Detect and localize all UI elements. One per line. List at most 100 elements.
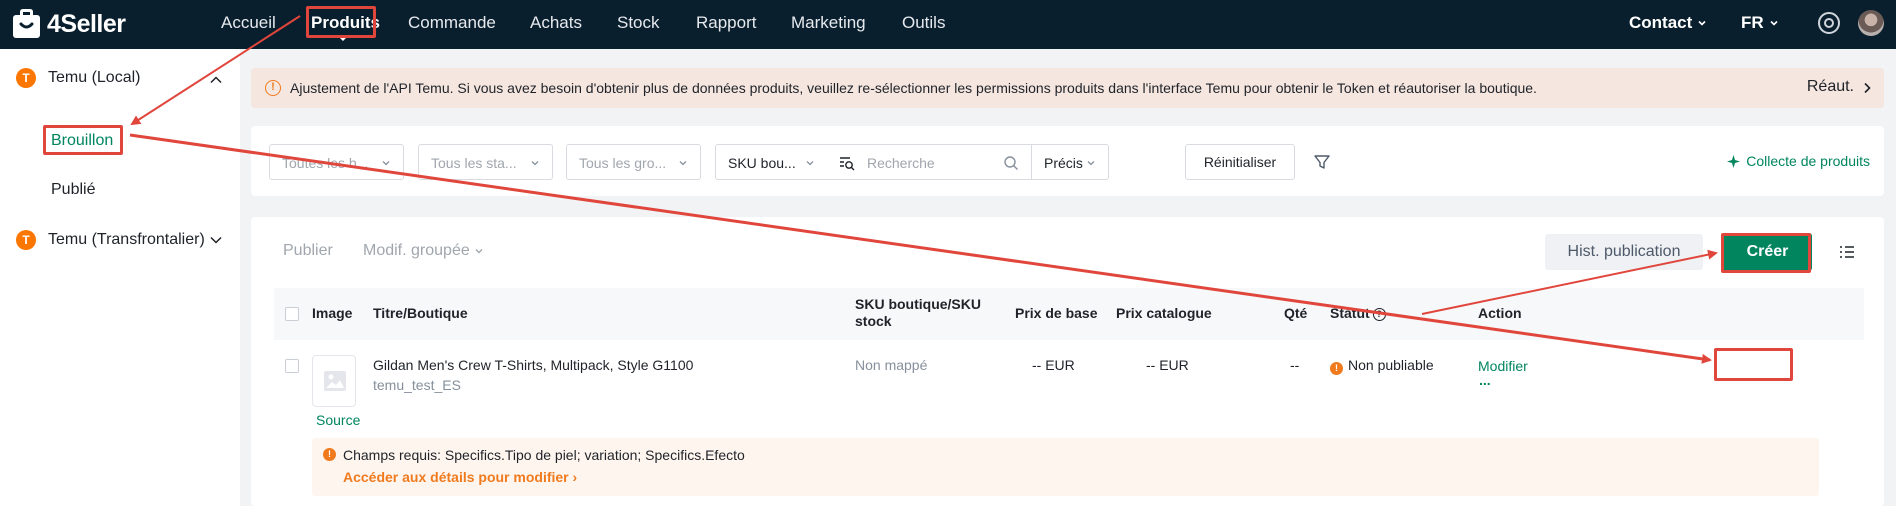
chevron-down-icon xyxy=(1087,161,1095,166)
search-list-icon xyxy=(840,157,855,171)
select-value: Précis xyxy=(1044,155,1083,171)
language-label: FR xyxy=(1741,13,1764,32)
temu-badge-icon: T xyxy=(16,68,36,88)
col-qty: Qté xyxy=(1284,305,1308,321)
shopping-bag-logo-icon xyxy=(13,9,40,38)
chevron-down-icon xyxy=(679,161,687,166)
base-price: -- EUR xyxy=(1032,357,1075,373)
temu-badge-icon: T xyxy=(16,230,36,250)
chevron-down-icon[interactable] xyxy=(209,233,223,247)
reset-button[interactable]: Réinitialiser xyxy=(1185,144,1295,180)
status-text: Non publiable xyxy=(1348,357,1434,373)
sku-mapping: Non mappé xyxy=(855,357,928,373)
filter-bar: Toutes les b... Tous les sta... Tous les… xyxy=(251,126,1884,196)
chevron-down-icon xyxy=(531,161,539,166)
contact-menu[interactable]: Contact xyxy=(1629,12,1707,34)
group-filter-select[interactable]: Tous les gro... xyxy=(566,144,701,180)
source-link[interactable]: Source xyxy=(316,412,360,428)
col-sku-line2: stock xyxy=(855,313,892,329)
collect-label: Collecte de produits xyxy=(1746,153,1870,169)
match-mode-select[interactable]: Précis xyxy=(1031,144,1109,180)
sidebar-group-temu-local[interactable]: T Temu (Local) xyxy=(16,68,140,88)
table-header: Image Titre/Boutique SKU boutique/SKU sto… xyxy=(274,288,1864,340)
required-fields-warning: ! Champs requis: Specifics.Tipo de piel;… xyxy=(312,438,1819,496)
status-badge: ! Non publiable xyxy=(1330,357,1434,375)
col-image: Image xyxy=(312,305,353,321)
col-status-label: Statut xyxy=(1330,305,1370,321)
nav-rapport[interactable]: Rapport xyxy=(696,12,756,34)
sidebar-group-label: Temu (Transfrontalier) xyxy=(48,231,205,248)
col-base-price: Prix de base xyxy=(1015,305,1098,321)
col-sku: SKU boutique/SKU stock xyxy=(855,296,981,330)
sku-field-select[interactable]: SKU bou... xyxy=(715,144,828,180)
chevron-down-icon xyxy=(1698,20,1706,26)
sidebar-group-temu-transfrontalier[interactable]: T Temu (Transfrontalier) xyxy=(16,230,205,250)
product-image-placeholder[interactable] xyxy=(312,355,356,407)
bulk-edit-label: Modif. groupée xyxy=(363,242,470,259)
catalog-price: -- EUR xyxy=(1146,357,1189,373)
sidebar-group-label: Temu (Local) xyxy=(48,69,141,86)
api-notice-banner: ! Ajustement de l'API Temu. Si vous avez… xyxy=(251,68,1884,108)
publish-history-button[interactable]: Hist. publication xyxy=(1545,234,1703,270)
warning-icon: ! xyxy=(265,80,281,96)
select-value: SKU bou... xyxy=(728,155,796,171)
select-value: Tous les sta... xyxy=(431,155,517,171)
settings-gear-icon[interactable] xyxy=(1818,12,1840,34)
chevron-right-icon[interactable] xyxy=(1862,82,1872,94)
row-checkbox[interactable] xyxy=(285,359,299,373)
sidebar: T Temu (Local) Brouillon Publié T Temu (… xyxy=(0,49,240,506)
quantity: -- xyxy=(1290,357,1300,373)
publish-button[interactable]: Publier xyxy=(283,242,333,260)
contact-label: Contact xyxy=(1629,13,1693,32)
select-value: Tous les gro... xyxy=(579,155,667,171)
product-title[interactable]: Gildan Men's Crew T-Shirts, Multipack, S… xyxy=(373,357,693,373)
nav-achats[interactable]: Achats xyxy=(530,12,582,34)
sparkle-icon xyxy=(1727,154,1741,168)
col-catalog-price: Prix catalogue xyxy=(1116,305,1212,321)
brand-logo[interactable]: 4Seller xyxy=(12,8,126,40)
warning-icon: ! xyxy=(323,448,336,461)
nav-stock[interactable]: Stock xyxy=(617,12,660,34)
warning-text: Champs requis: Specifics.Tipo de piel; v… xyxy=(343,447,745,463)
active-nav-caret-icon xyxy=(338,36,348,41)
nav-marketing[interactable]: Marketing xyxy=(791,12,866,34)
bulk-edit-button[interactable]: Modif. groupée xyxy=(363,242,484,260)
chevron-down-icon xyxy=(475,248,483,254)
chevron-down-icon xyxy=(382,161,390,166)
collect-products-link[interactable]: Collecte de produits xyxy=(1727,153,1870,169)
nav-outils[interactable]: Outils xyxy=(902,12,945,34)
select-all-checkbox[interactable] xyxy=(285,307,299,321)
user-avatar[interactable] xyxy=(1858,10,1884,36)
shop-name: temu_test_ES xyxy=(373,377,461,393)
shop-filter-select[interactable]: Toutes les b... xyxy=(269,144,404,180)
status-filter-select[interactable]: Tous les sta... xyxy=(418,144,553,180)
column-settings-icon[interactable] xyxy=(1838,243,1856,261)
more-actions-icon[interactable]: ... xyxy=(1479,372,1491,388)
products-panel: Publier Modif. groupée Hist. publication… xyxy=(251,217,1884,506)
language-menu[interactable]: FR xyxy=(1741,12,1779,34)
nav-accueil[interactable]: Accueil xyxy=(221,12,276,34)
nav-produits[interactable]: Produits xyxy=(311,12,380,34)
nav-commande[interactable]: Commande xyxy=(408,12,496,34)
top-navbar: 4Seller Accueil Produits Commande Achats… xyxy=(0,0,1896,49)
chevron-up-icon[interactable] xyxy=(209,73,223,87)
col-title: Titre/Boutique xyxy=(373,305,468,321)
notice-text: Ajustement de l'API Temu. Si vous avez b… xyxy=(290,80,1537,96)
sidebar-item-brouillon[interactable]: Brouillon xyxy=(51,132,113,150)
image-placeholder-icon xyxy=(324,371,346,391)
chevron-down-icon xyxy=(1770,20,1778,26)
col-action: Action xyxy=(1478,305,1522,321)
help-question-icon[interactable]: ? xyxy=(1372,308,1386,321)
reauthorize-link[interactable]: Réaut. xyxy=(1807,78,1854,96)
details-link-label: Accéder aux détails pour modifier xyxy=(343,469,569,485)
search-placeholder: Recherche xyxy=(867,155,935,171)
create-button[interactable]: Créer xyxy=(1723,233,1812,271)
sidebar-item-publie[interactable]: Publié xyxy=(51,181,95,199)
brand-name: 4Seller xyxy=(47,9,126,38)
warning-icon: ! xyxy=(1330,362,1343,375)
details-link[interactable]: Accéder aux détails pour modifier › xyxy=(343,469,577,485)
filter-funnel-icon[interactable] xyxy=(1313,153,1331,171)
search-icon[interactable] xyxy=(1003,155,1019,171)
select-value: Toutes les b... xyxy=(282,155,369,171)
search-input[interactable]: Recherche xyxy=(827,144,1031,180)
